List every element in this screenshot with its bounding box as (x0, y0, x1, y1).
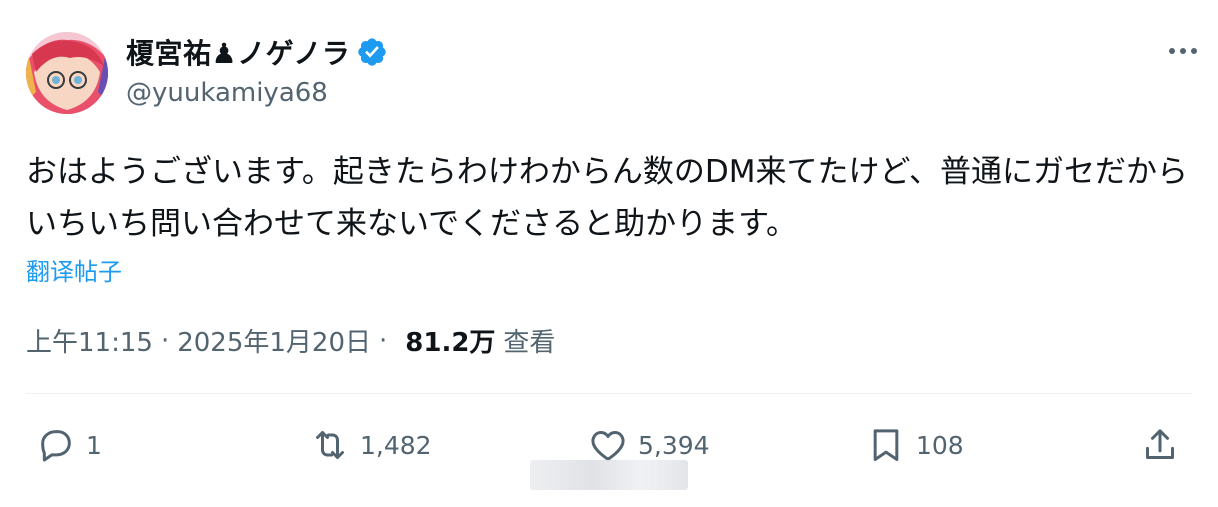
like-count: 5,394 (638, 430, 710, 460)
reply-count: 1 (86, 430, 102, 460)
tweet-date[interactable]: 2025年1月20日 (177, 322, 371, 359)
views-label: 查看 (503, 328, 556, 358)
share-icon (1146, 429, 1174, 459)
tweet-text: おはようございます。起きたらわけわからん数のDM来てたけど、普通にガセだからいち… (26, 154, 1188, 242)
bookmark-count: 108 (916, 430, 964, 460)
retweet-button[interactable]: 1,482 (310, 420, 432, 470)
verified-badge-icon (356, 36, 388, 68)
more-icon[interactable] (1166, 36, 1200, 66)
avatar-image (26, 32, 108, 114)
avatar[interactable] (26, 32, 108, 114)
tweet-time[interactable]: 上午11:15 (26, 322, 153, 359)
author-name-row: 榎宮祐♟ノゲノラ (126, 34, 388, 70)
watermark-strip (530, 460, 688, 490)
translate-post-link[interactable]: 翻译帖子 (26, 252, 122, 287)
divider (26, 393, 1192, 394)
retweet-icon (316, 431, 344, 459)
tweet-meta: 上午11:15 · 2025年1月20日 · 81.2万 查看 (26, 322, 555, 359)
meta-separator: · (379, 325, 388, 356)
meta-separator: · (160, 325, 170, 356)
author-display-name[interactable]: 榎宮祐♟ノゲノラ (126, 32, 350, 72)
reply-button[interactable]: 1 (36, 420, 102, 470)
retweet-count: 1,482 (360, 430, 432, 460)
reply-icon (41, 430, 71, 462)
share-button[interactable] (1140, 420, 1180, 470)
bookmark-icon (873, 429, 899, 461)
like-icon (591, 431, 625, 461)
views-count: 81.2万 (405, 328, 496, 358)
bookmark-button[interactable]: 108 (866, 420, 964, 470)
author-handle[interactable]: @yuukamiya68 (126, 78, 328, 108)
